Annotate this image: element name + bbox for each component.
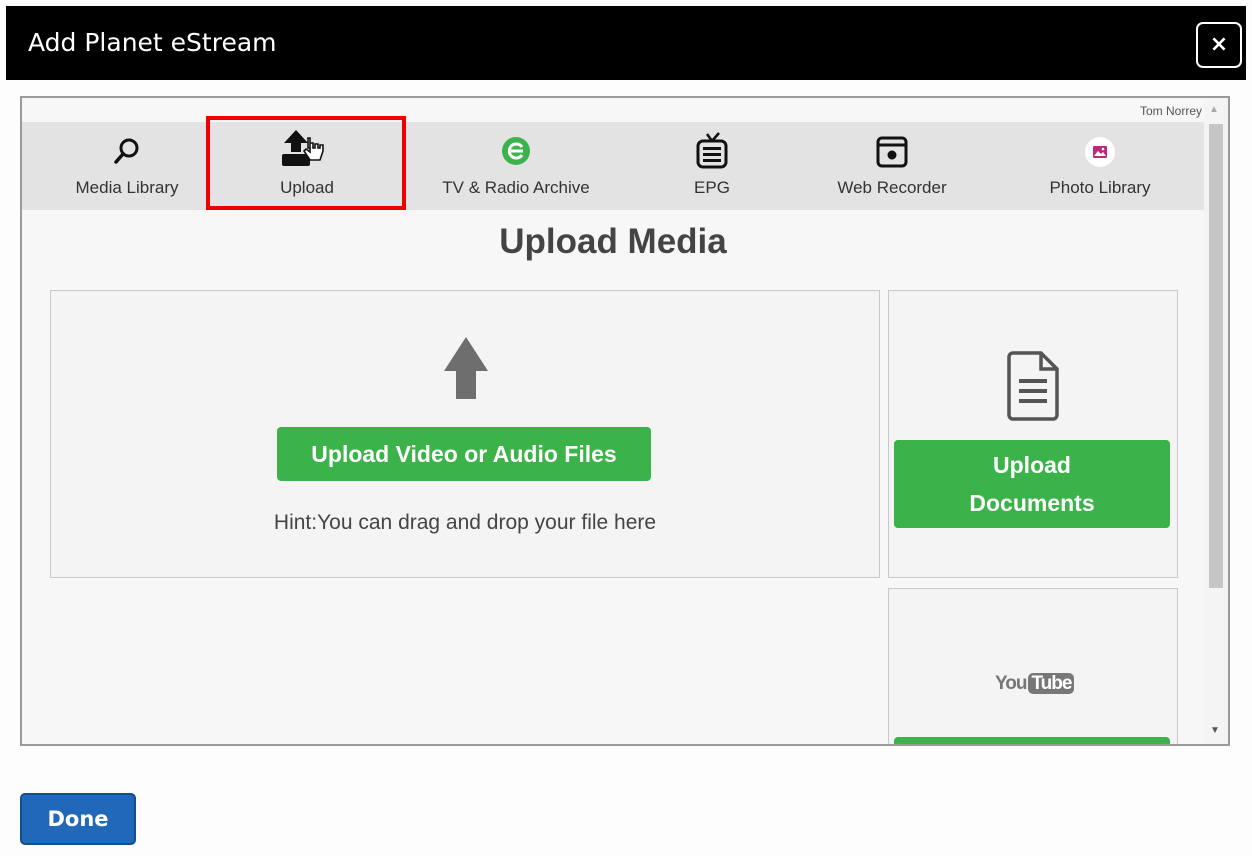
photo-icon xyxy=(1085,137,1115,167)
page-title: Upload Media xyxy=(499,222,727,261)
nav-item-media-library[interactable]: Media Library xyxy=(42,122,212,210)
upload-video-audio-button[interactable]: Upload Video or Audio Files xyxy=(277,427,651,481)
nav-label: EPG xyxy=(694,178,730,197)
user-name[interactable]: Tom Norrey xyxy=(1140,104,1202,118)
close-icon: × xyxy=(1209,32,1229,57)
upload-arrow-icon xyxy=(444,337,488,399)
search-icon xyxy=(114,138,139,164)
youtube-upload-button[interactable] xyxy=(894,737,1170,744)
archive-icon xyxy=(502,137,530,165)
nav-bar: Media Library Upload TV & Radio Archive xyxy=(22,122,1204,210)
upload-documents-label-line1: Upload xyxy=(993,452,1071,478)
scroll-thumb[interactable] xyxy=(1209,124,1223,588)
vertical-scrollbar[interactable]: ▲ ▼ xyxy=(1204,98,1228,744)
nav-item-epg[interactable]: EPG xyxy=(642,122,782,210)
nav-item-tv-radio-archive[interactable]: TV & Radio Archive xyxy=(422,122,610,210)
dialog-title: Add Planet eStream xyxy=(28,28,277,57)
drag-drop-hint: Hint:You can drag and drop your file her… xyxy=(273,511,657,534)
scroll-down-icon[interactable]: ▼ xyxy=(1210,725,1220,736)
dialog-titlebar: Add Planet eStream × xyxy=(6,6,1246,80)
nav-label: TV & Radio Archive xyxy=(442,178,590,197)
done-button[interactable]: Done xyxy=(20,793,136,845)
nav-item-web-recorder[interactable]: Web Recorder xyxy=(812,122,972,210)
upload-documents-panel: Upload Documents xyxy=(888,290,1178,578)
nav-item-photo-library[interactable]: Photo Library xyxy=(1022,122,1178,210)
close-button[interactable]: × xyxy=(1196,22,1242,68)
nav-label: Media Library xyxy=(75,178,179,197)
upload-documents-label-line2: Documents xyxy=(969,490,1095,516)
youtube-logo: You Tube xyxy=(995,673,1075,695)
nav-label: Photo Library xyxy=(1049,178,1151,197)
document-icon xyxy=(1007,351,1059,421)
youtube-panel: You Tube xyxy=(888,588,1178,744)
upload-highlight-box xyxy=(206,116,406,210)
embedded-page-frame: Tom Norrey Media Library Upload TV & Rad… xyxy=(20,96,1230,746)
recorder-icon xyxy=(876,136,908,168)
tv-icon xyxy=(696,132,728,169)
upload-documents-button[interactable]: Upload Documents xyxy=(894,440,1170,528)
upload-media-dropzone[interactable]: Upload Video or Audio Files Hint:You can… xyxy=(50,290,880,578)
scroll-up-icon[interactable]: ▲ xyxy=(1209,104,1219,115)
nav-label: Web Recorder xyxy=(837,178,947,197)
